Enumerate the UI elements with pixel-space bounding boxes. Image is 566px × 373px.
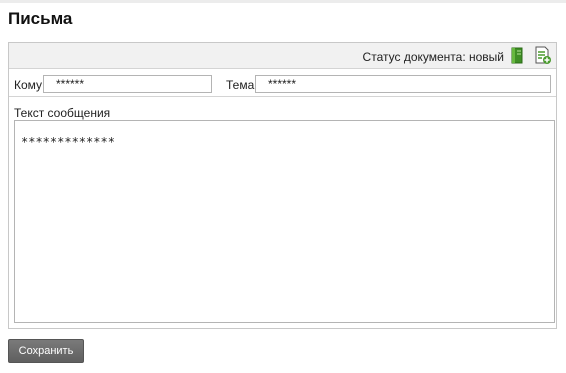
document-status-bar: Статус документа: новый bbox=[9, 43, 556, 69]
top-strip bbox=[0, 0, 566, 3]
to-field[interactable] bbox=[43, 75, 212, 93]
subject-field[interactable] bbox=[255, 75, 551, 93]
book-icon[interactable] bbox=[508, 46, 526, 65]
letter-form-panel: Статус документа: новый Кому Те bbox=[8, 42, 557, 329]
page-title: Письма bbox=[8, 9, 73, 28]
message-label: Текст сообщения bbox=[14, 106, 111, 120]
recipient-subject-row: Кому Тема bbox=[9, 70, 556, 97]
add-document-icon[interactable] bbox=[534, 46, 552, 65]
save-button[interactable]: Сохранить bbox=[8, 339, 84, 363]
message-textarea[interactable]: ************* bbox=[14, 120, 555, 323]
subject-label: Тема bbox=[226, 78, 255, 92]
to-label: Кому bbox=[14, 78, 43, 92]
document-status-text: Статус документа: новый bbox=[362, 50, 504, 64]
